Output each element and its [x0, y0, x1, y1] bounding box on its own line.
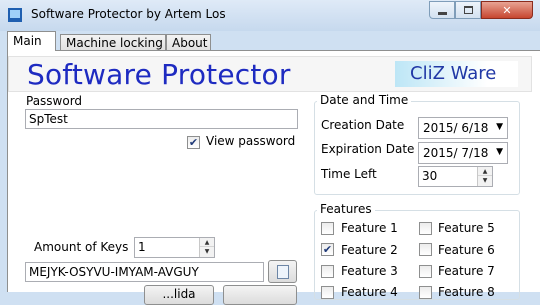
feature-3-label: Feature 3: [341, 264, 398, 278]
logo-text: CliZ Ware: [410, 63, 497, 84]
minimize-icon: [437, 11, 447, 15]
password-label: Password: [26, 94, 83, 108]
tab-machine-locking[interactable]: Machine locking: [60, 34, 166, 51]
creation-date-label: Creation Date: [321, 118, 405, 132]
password-input[interactable]: SpTest: [25, 109, 298, 129]
amount-of-keys-stepper[interactable]: 1 ▲ ▼: [134, 237, 215, 258]
time-left-value: 30: [422, 169, 438, 183]
dropdown-arrow-icon: ▼: [496, 147, 503, 157]
feature-2-label: Feature 2: [341, 243, 398, 257]
time-left-label: Time Left: [321, 167, 377, 181]
feature-5-label: Feature 5: [438, 221, 495, 235]
stepper-buttons: ▲ ▼: [477, 167, 492, 186]
company-logo: CliZ Ware: [395, 61, 518, 87]
feature-1-checkbox[interactable]: [321, 222, 334, 235]
view-password-checkbox[interactable]: ✔: [187, 136, 200, 149]
stepper-down-icon[interactable]: ▼: [478, 176, 492, 185]
close-icon: ✕: [502, 3, 512, 17]
stepper-down-icon[interactable]: ▼: [200, 247, 214, 256]
app-icon: [8, 8, 22, 22]
amount-of-keys-label: Amount of Keys: [34, 240, 129, 254]
maximize-icon: [463, 6, 473, 14]
expiration-date-label: Expiration Date: [321, 142, 415, 156]
title-bar: Software Protector by Artem Los ✕: [0, 0, 540, 31]
expiration-date-value: 2015/ 7/18: [423, 146, 489, 160]
minimize-button[interactable]: [429, 1, 455, 19]
feature-7-label: Feature 7: [438, 264, 495, 278]
creation-date-value: 2015/ 6/18: [423, 121, 489, 135]
generated-key-field[interactable]: MEJYK-OSYVU-IMYAM-AVGUY: [25, 262, 264, 282]
tab-main[interactable]: Main: [7, 31, 56, 51]
feature-7-checkbox[interactable]: [419, 265, 432, 278]
generate-button[interactable]: [223, 285, 297, 305]
amount-of-keys-value: 1: [138, 240, 146, 254]
feature-8-checkbox[interactable]: [419, 286, 432, 299]
feature-1-label: Feature 1: [341, 221, 398, 235]
stepper-up-icon[interactable]: ▲: [200, 238, 214, 247]
checkmark-icon: ✔: [322, 243, 333, 256]
copy-icon: [277, 265, 289, 279]
time-left-stepper[interactable]: 30 ▲ ▼: [418, 166, 493, 187]
feature-6-label: Feature 6: [438, 243, 495, 257]
copy-key-button[interactable]: [268, 260, 297, 283]
expiration-date-picker[interactable]: 2015/ 7/18 ▼: [418, 142, 508, 164]
validate-button[interactable]: ...lida: [144, 285, 214, 305]
window-title: Software Protector by Artem Los: [31, 7, 226, 21]
feature-2-checkbox[interactable]: ✔: [321, 243, 334, 256]
creation-date-picker[interactable]: 2015/ 6/18 ▼: [418, 117, 508, 139]
feature-3-checkbox[interactable]: [321, 265, 334, 278]
view-password-label: View password: [206, 134, 296, 148]
feature-5-checkbox[interactable]: [419, 222, 432, 235]
features-group-title: Features: [317, 202, 375, 216]
tab-about[interactable]: About: [166, 34, 211, 51]
dropdown-arrow-icon: ▼: [496, 122, 503, 132]
feature-4-label: Feature 4: [341, 285, 398, 299]
close-button[interactable]: ✕: [481, 1, 533, 19]
stepper-buttons: ▲ ▼: [199, 238, 214, 257]
date-time-group-title: Date and Time: [317, 93, 412, 107]
feature-4-checkbox[interactable]: [321, 286, 334, 299]
feature-6-checkbox[interactable]: [419, 243, 432, 256]
banner: Software Protector CliZ Ware: [8, 56, 532, 92]
maximize-button[interactable]: [455, 1, 481, 19]
checkmark-icon: ✔: [188, 136, 199, 149]
feature-8-label: Feature 8: [438, 285, 495, 299]
stepper-up-icon[interactable]: ▲: [478, 167, 492, 176]
banner-title: Software Protector: [27, 58, 291, 91]
